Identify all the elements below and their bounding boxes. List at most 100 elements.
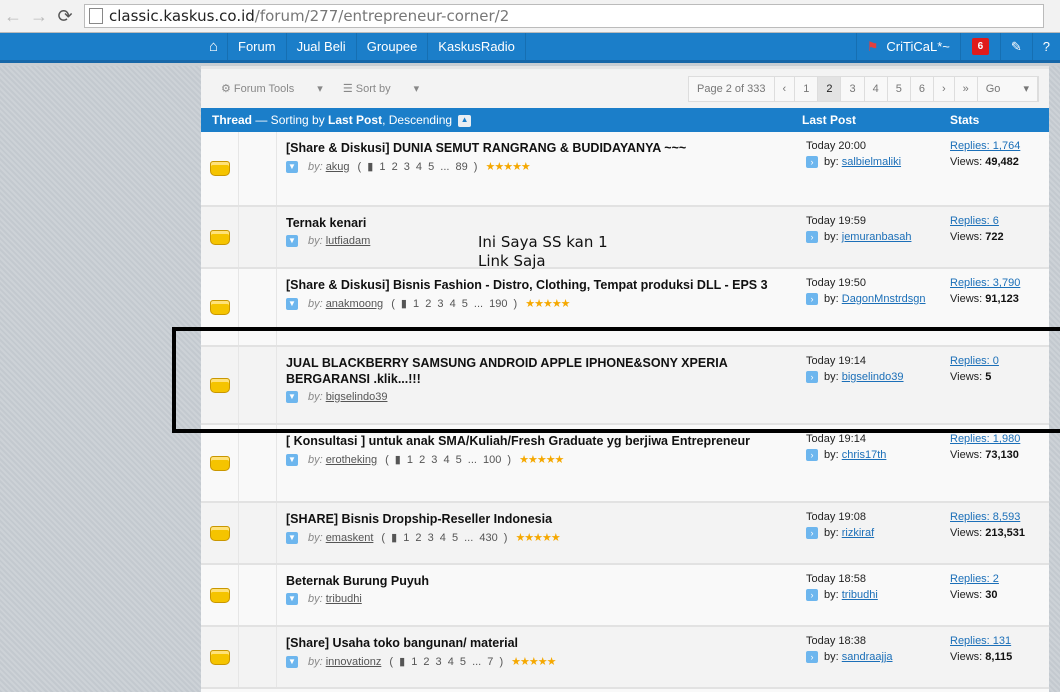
forum-toolbar: ⚙ Forum Tools ▾ ☰ Sort by ▾ Page 2 of 33…: [201, 66, 1049, 108]
page-links[interactable]: ( ▮ 1 2 3 4 5 ... 89 ): [358, 160, 478, 173]
thread-author[interactable]: tribudhi: [326, 593, 362, 605]
thread-row: Beternak Burung Puyuh ▼ by: tribudhi Today…: [201, 565, 1049, 627]
page-links[interactable]: ( ▮ 1 2 3 4 5 ... 100 ): [385, 453, 511, 466]
thread-title[interactable]: Ternak kenari: [286, 215, 788, 231]
thread-author[interactable]: erotheking: [326, 454, 377, 466]
folder-icon: [209, 299, 230, 315]
last-post-author[interactable]: DagonMnstrdsgn: [842, 293, 926, 305]
forum-tools-button[interactable]: ⚙ Forum Tools ▾: [221, 82, 323, 95]
thread-title[interactable]: [Share & Diskusi] Bisnis Fashion - Distr…: [286, 277, 788, 293]
prev-page-button[interactable]: ‹: [775, 76, 796, 101]
last-post-author[interactable]: chris17th: [842, 449, 887, 461]
page-2-current[interactable]: 2: [818, 76, 842, 101]
go-to-post-icon[interactable]: ›: [806, 449, 818, 461]
sort-by-button[interactable]: ☰ Sort by ▾: [343, 82, 419, 95]
last-post-time: Today 19:08: [806, 511, 866, 523]
nav-groupee[interactable]: Groupee: [357, 33, 429, 60]
thread-row: Ternak kenari ▼ by: lutfiadam Today 19:59 …: [201, 207, 1049, 269]
dropdown-icon[interactable]: ▼: [286, 593, 298, 605]
thread-status-cell: [201, 503, 239, 563]
back-button[interactable]: ←: [0, 6, 26, 27]
page-5[interactable]: 5: [888, 76, 911, 101]
next-page-button[interactable]: ›: [934, 76, 955, 101]
go-to-post-icon[interactable]: ›: [806, 156, 818, 168]
pagination: Page 2 of 333 ‹ 1 2 3 4 5 6 › » Go ▾: [688, 75, 1039, 102]
pencil-icon[interactable]: ✎: [1001, 33, 1033, 60]
replies-link[interactable]: Replies: 3,790: [950, 277, 1020, 289]
thread-status-cell: [201, 425, 239, 501]
last-post-author[interactable]: salbielmaliki: [842, 156, 901, 168]
nav-kaskusradio[interactable]: KaskusRadio: [428, 33, 526, 60]
last-post-author[interactable]: tribudhi: [842, 589, 878, 601]
dropdown-icon[interactable]: ▼: [286, 453, 298, 466]
replies-link[interactable]: Replies: 6: [950, 215, 999, 227]
reload-button[interactable]: ⟳: [52, 6, 78, 27]
replies-link[interactable]: Replies: 1,764: [950, 140, 1020, 152]
replies-link[interactable]: Replies: 8,593: [950, 511, 1020, 523]
thread-title[interactable]: Beternak Burung Puyuh: [286, 573, 788, 589]
stats-header[interactable]: Stats: [942, 113, 979, 127]
thread-row: [ Konsultasi ] untuk anak SMA/Kuliah/Fre…: [201, 425, 1049, 503]
notifications-button[interactable]: 6: [961, 33, 1001, 60]
replies-link[interactable]: Replies: 2: [950, 573, 999, 585]
thread-header[interactable]: Thread: [212, 113, 252, 127]
annotation-highlight-box: [172, 327, 1060, 433]
page-3[interactable]: 3: [841, 76, 865, 101]
go-to-post-icon[interactable]: ›: [806, 651, 818, 663]
folder-icon: [209, 525, 230, 541]
go-button[interactable]: Go ▾: [978, 76, 1038, 101]
user-flag-icon: ⚑: [866, 38, 879, 54]
go-to-post-icon[interactable]: ›: [806, 527, 818, 539]
last-page-button[interactable]: »: [955, 76, 978, 101]
page-links[interactable]: ( ▮ 1 2 3 4 5 ... 7 ): [389, 655, 503, 668]
forward-button[interactable]: →: [26, 6, 52, 27]
address-bar[interactable]: classic.kaskus.co.id/forum/277/entrepren…: [84, 4, 1044, 28]
thread-row: [Share & Diskusi] DUNIA SEMUT RANGRANG &…: [201, 132, 1049, 207]
home-icon[interactable]: ⌂: [200, 33, 228, 60]
last-post-author[interactable]: jemuranbasah: [842, 231, 912, 243]
last-post-author[interactable]: rizkiraf: [842, 527, 874, 539]
dropdown-icon[interactable]: ▼: [286, 297, 298, 310]
thread-title[interactable]: [Share] Usaha toko bangunan/ material: [286, 635, 788, 651]
page-6[interactable]: 6: [911, 76, 934, 101]
go-to-post-icon[interactable]: ›: [806, 589, 818, 601]
by-label: by:: [308, 297, 323, 310]
thread-row: [SHARE] Bisnis Dropship-Reseller Indones…: [201, 503, 1049, 565]
replies-link[interactable]: Replies: 131: [950, 635, 1011, 647]
nav-forum[interactable]: Forum: [228, 33, 287, 60]
dropdown-icon[interactable]: ▼: [286, 160, 298, 173]
thread-title[interactable]: [ Konsultasi ] untuk anak SMA/Kuliah/Fre…: [286, 433, 788, 449]
thread-title[interactable]: [Share & Diskusi] DUNIA SEMUT RANGRANG &…: [286, 140, 788, 156]
thread-author[interactable]: emaskent: [326, 532, 374, 544]
by-label: by:: [308, 531, 323, 544]
by-label: by:: [308, 160, 323, 173]
thread-title[interactable]: [SHARE] Bisnis Dropship-Reseller Indones…: [286, 511, 788, 527]
nav-jual-beli[interactable]: Jual Beli: [287, 33, 357, 60]
thread-author[interactable]: lutfiadam: [326, 235, 371, 247]
last-post-time: Today 18:38: [806, 635, 866, 647]
thread-author[interactable]: innovationz: [326, 656, 382, 668]
dropdown-icon[interactable]: ▼: [286, 235, 298, 247]
sort-direction-icon[interactable]: ▲: [458, 114, 472, 127]
help-icon[interactable]: ?: [1033, 33, 1060, 60]
user-menu[interactable]: ⚑ CriTiCaL*~: [855, 33, 961, 60]
page-1[interactable]: 1: [795, 76, 819, 101]
dropdown-icon[interactable]: ▼: [286, 531, 298, 544]
dropdown-icon[interactable]: ▼: [286, 655, 298, 668]
left-background: [0, 66, 201, 692]
page-links[interactable]: ( ▮ 1 2 3 4 5 ... 190 ): [391, 297, 517, 310]
thread-status-cell: [201, 627, 239, 687]
last-post-author[interactable]: sandraajja: [842, 651, 893, 663]
replies-link[interactable]: Replies: 1,980: [950, 433, 1020, 445]
page-links[interactable]: ( ▮ 1 2 3 4 5 ... 430 ): [381, 531, 507, 544]
by-label: by:: [308, 453, 323, 466]
page-4[interactable]: 4: [865, 76, 888, 101]
page-info: Page 2 of 333: [689, 76, 775, 101]
thread-prefix-cell: [239, 503, 277, 563]
url-host: classic.kaskus.co.id: [109, 7, 255, 25]
go-to-post-icon[interactable]: ›: [806, 231, 818, 243]
thread-author[interactable]: akug: [326, 161, 350, 173]
last-post-header[interactable]: Last Post: [797, 113, 942, 127]
thread-author[interactable]: anakmoong: [326, 298, 384, 310]
go-to-post-icon[interactable]: ›: [806, 293, 818, 305]
